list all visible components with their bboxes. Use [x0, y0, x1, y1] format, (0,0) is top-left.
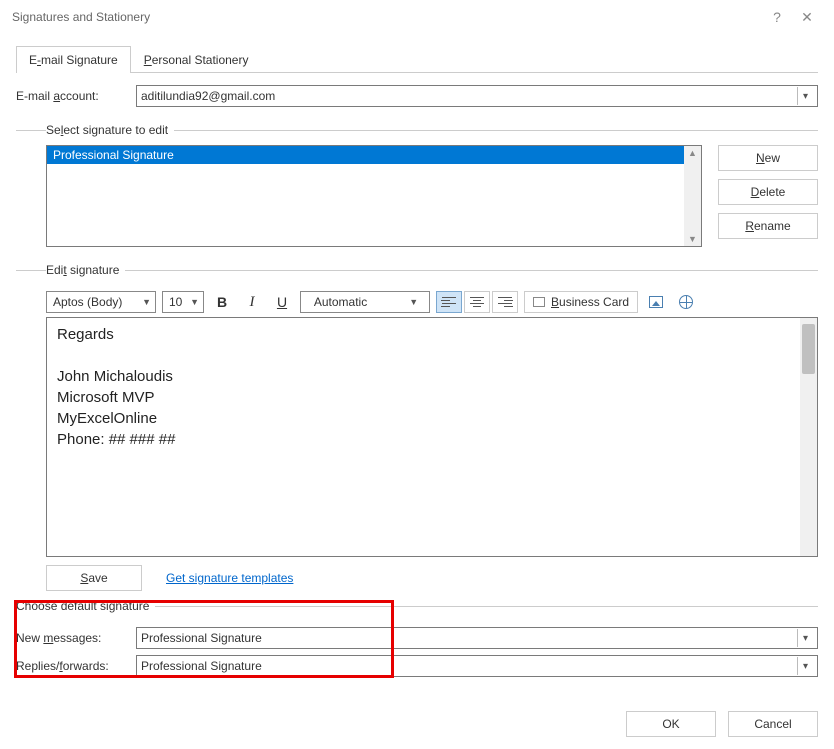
insert-hyperlink-button[interactable] — [674, 291, 698, 313]
format-toolbar: Aptos (Body)▼ 10▼ B I U Automatic▼ — [46, 291, 818, 313]
picture-icon — [649, 296, 663, 308]
get-templates-link[interactable]: Get signature templates — [166, 571, 293, 585]
scroll-down-icon: ▼ — [688, 232, 697, 246]
insert-picture-button[interactable] — [644, 291, 668, 313]
rename-signature-button[interactable]: Rename — [718, 213, 818, 239]
signature-listbox[interactable]: Professional Signature ▲ ▼ — [46, 145, 702, 247]
email-account-label: E-mail account: — [16, 89, 136, 103]
font-color-select[interactable]: Automatic▼ — [300, 291, 430, 313]
scroll-up-icon: ▲ — [688, 146, 697, 160]
new-messages-label: New messages: — [16, 631, 136, 645]
dialog-footer: OK Cancel — [626, 711, 818, 737]
align-right-button[interactable] — [492, 291, 518, 313]
bold-button[interactable]: B — [210, 291, 234, 313]
cancel-button[interactable]: Cancel — [728, 711, 818, 737]
close-button[interactable]: ✕ — [792, 9, 822, 26]
replies-forwards-select[interactable]: Professional Signature ▾ — [136, 655, 818, 677]
chevron-down-icon: ▾ — [797, 87, 813, 105]
select-signature-group: Select signature to edit Professional Si… — [16, 123, 818, 247]
new-messages-select[interactable]: Professional Signature ▾ — [136, 627, 818, 649]
business-card-button[interactable]: Business Card — [524, 291, 638, 313]
tab-email-signature[interactable]: E-mail Signature — [16, 46, 131, 73]
default-signature-legend: Choose default signature — [16, 599, 155, 613]
dialog-title: Signatures and Stationery — [12, 10, 762, 24]
new-signature-button[interactable]: New — [718, 145, 818, 171]
email-account-select[interactable]: aditilundia92@gmail.com ▾ — [136, 85, 818, 107]
italic-button[interactable]: I — [240, 291, 264, 313]
listbox-scrollbar[interactable]: ▲ ▼ — [684, 146, 701, 246]
replies-forwards-label: Replies/forwards: — [16, 659, 136, 673]
globe-icon — [679, 295, 693, 309]
titlebar: Signatures and Stationery ? ✕ — [0, 0, 834, 34]
ok-button[interactable]: OK — [626, 711, 716, 737]
default-signature-group: Choose default signature New messages: P… — [16, 599, 818, 677]
edit-signature-group: Edit signature Aptos (Body)▼ 10▼ B I U A… — [16, 263, 818, 591]
delete-signature-button[interactable]: Delete — [718, 179, 818, 205]
signature-editor[interactable]: Regards John Michaloudis Microsoft MVP M… — [46, 317, 818, 557]
font-size-select[interactable]: 10▼ — [162, 291, 204, 313]
chevron-down-icon: ▾ — [797, 629, 813, 647]
tab-strip: E-mail Signature Personal Stationery — [16, 46, 818, 73]
signature-editor-content[interactable]: Regards John Michaloudis Microsoft MVP M… — [47, 318, 817, 456]
help-button[interactable]: ? — [762, 9, 792, 25]
email-account-value: aditilundia92@gmail.com — [141, 89, 275, 103]
chevron-down-icon: ▼ — [407, 297, 420, 307]
signature-list-item[interactable]: Professional Signature — [47, 146, 701, 164]
editor-scroll-thumb[interactable] — [802, 324, 815, 374]
underline-button[interactable]: U — [270, 291, 294, 313]
chevron-down-icon: ▾ — [797, 657, 813, 675]
save-button[interactable]: Save — [46, 565, 142, 591]
align-left-button[interactable] — [436, 291, 462, 313]
select-signature-legend: Select signature to edit — [46, 123, 174, 137]
edit-signature-legend: Edit signature — [46, 263, 125, 277]
align-center-button[interactable] — [464, 291, 490, 313]
chevron-down-icon: ▼ — [140, 297, 153, 307]
font-family-select[interactable]: Aptos (Body)▼ — [46, 291, 156, 313]
tab-personal-stationery[interactable]: Personal Stationery — [131, 46, 262, 73]
business-card-icon — [533, 297, 545, 307]
chevron-down-icon: ▼ — [188, 297, 201, 307]
